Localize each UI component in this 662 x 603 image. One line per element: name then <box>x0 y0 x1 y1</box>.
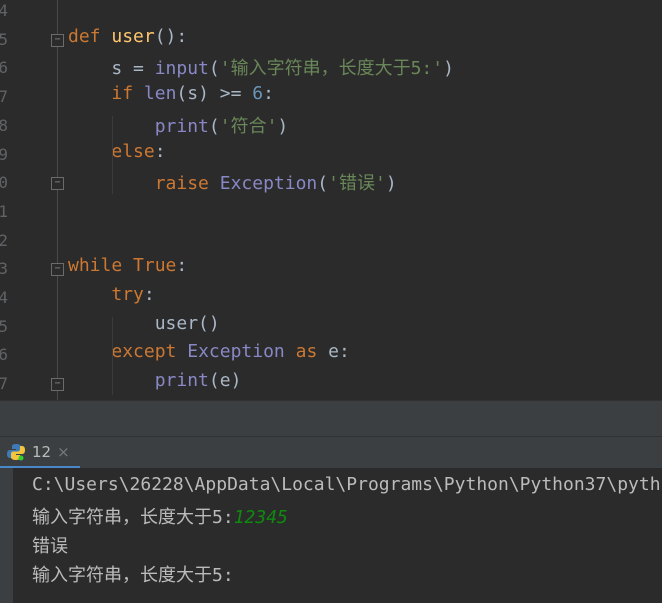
code-line: except Exception as e: <box>68 341 350 363</box>
prompt-text: 输入字符串，长度大于5: <box>32 507 234 528</box>
code-token: as <box>295 341 318 363</box>
line-number: 5 <box>0 316 8 336</box>
indent-guide <box>112 115 113 194</box>
code-token: ( <box>208 115 220 137</box>
line-number: 7 <box>0 374 8 394</box>
code-line: s = input('输入字符串，长度大于5:') <box>68 54 454 80</box>
line-number: 2 <box>0 230 8 250</box>
code-token: : <box>154 140 166 162</box>
code-editor[interactable]: 4 5 6 7 8 9 0 1 2 3 4 5 6 7 def user(): s = input('输入字… <box>0 0 662 400</box>
code-line: def user(): <box>68 26 187 47</box>
panel-divider[interactable] <box>0 400 662 437</box>
code-token: e: <box>317 341 350 363</box>
run-tab-label: 12 <box>32 442 52 461</box>
code-token: : <box>263 83 274 105</box>
user-input-text: 12345 <box>233 507 288 528</box>
code-token: (s) >= <box>176 83 253 105</box>
line-number: 1 <box>0 201 8 221</box>
line-number: 6 <box>0 345 8 365</box>
code-token: ) <box>443 58 454 80</box>
code-token: while <box>68 255 123 277</box>
run-console[interactable]: C:\Users\26228\AppData\Local\Programs\Py… <box>0 468 662 603</box>
code-line: user() <box>68 313 220 334</box>
code-token: raise <box>154 173 209 195</box>
code-line: print(e) <box>68 370 242 392</box>
code-token: (e) <box>208 370 242 392</box>
run-tab[interactable]: 12 × <box>0 437 80 469</box>
code-line: try: <box>68 284 155 305</box>
code-token: try <box>111 284 144 305</box>
console-line-prompt: 输入字符串，长度大于5:12345 <box>32 503 288 529</box>
code-token: '错误' <box>328 173 386 195</box>
line-number: 6 <box>0 58 8 78</box>
code-token: input <box>154 58 209 80</box>
line-number: 7 <box>0 87 8 107</box>
code-token: user <box>111 25 155 47</box>
fold-guide <box>57 0 58 400</box>
code-token: def <box>68 25 101 47</box>
code-line: print('符合') <box>68 112 289 138</box>
code-token: '符合' <box>219 115 278 137</box>
code-token: Exception <box>187 341 285 363</box>
code-token: ) <box>277 115 289 137</box>
line-number: 0 <box>0 173 8 193</box>
indent-guide <box>112 316 113 395</box>
line-number: 3 <box>0 259 8 279</box>
console-line-error: 错误 <box>32 536 68 557</box>
line-number: 4 <box>0 288 8 307</box>
line-number: 8 <box>0 115 8 135</box>
console-line-path: C:\Users\26228\AppData\Local\Programs\Py… <box>32 474 661 495</box>
run-tab-bar: 12 × <box>0 436 662 469</box>
code-token: except <box>111 341 177 363</box>
code-token: user() <box>68 312 220 334</box>
code-token: : <box>143 284 155 305</box>
close-icon[interactable]: × <box>57 443 70 461</box>
code-token: Exception <box>219 173 318 195</box>
code-token: print <box>154 370 209 392</box>
console-toolbar <box>0 468 13 603</box>
code-token: len <box>143 83 177 105</box>
code-token: ( <box>317 173 329 195</box>
code-token: else <box>111 140 155 162</box>
code-line: else: <box>68 140 166 162</box>
code-token: s = <box>68 58 155 80</box>
line-number: 5 <box>0 29 8 49</box>
line-number: 9 <box>0 144 8 164</box>
code-token: ( <box>208 58 220 80</box>
console-line-prompt-2: 输入字符串，长度大于5: <box>32 565 234 586</box>
code-token: if <box>111 83 134 105</box>
fold-marker-icon[interactable]: − <box>51 33 64 47</box>
code-token: 6 <box>252 83 264 105</box>
code-line: if len(s) >= 6: <box>68 83 274 104</box>
code-line: raise Exception('错误') <box>68 169 397 195</box>
code-token: : <box>176 255 188 277</box>
fold-marker-icon[interactable]: − <box>51 177 64 191</box>
code-token: '输入字符串，长度大于5:' <box>219 58 444 80</box>
line-number: 4 <box>0 1 8 20</box>
code-line: while True: <box>68 255 187 276</box>
fold-marker-icon[interactable]: − <box>51 378 64 392</box>
code-token: (): <box>154 25 188 47</box>
python-icon <box>7 443 25 460</box>
code-token: True <box>133 255 177 277</box>
fold-marker-icon[interactable]: − <box>51 263 64 277</box>
code-token: ) <box>385 173 397 195</box>
code-token: print <box>154 115 209 137</box>
